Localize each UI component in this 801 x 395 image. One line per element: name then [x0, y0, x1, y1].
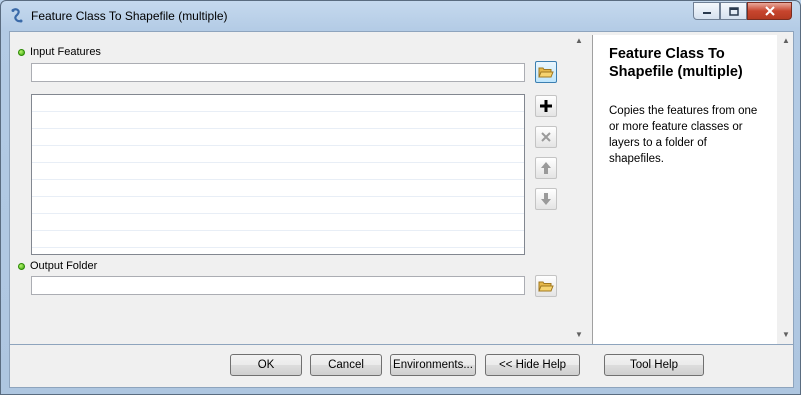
python-script-icon — [11, 8, 23, 23]
dialog-window: Feature Class To Shapefile (multiple) In… — [0, 0, 801, 395]
required-indicator-icon — [18, 48, 25, 56]
tool-help-button[interactable]: Tool Help — [604, 354, 704, 376]
output-folder-label-row: Output Folder — [18, 260, 97, 272]
arrow-up-icon — [541, 162, 551, 174]
environments-button[interactable]: Environments... — [390, 354, 476, 376]
list-item — [32, 95, 524, 112]
window-title: Feature Class To Shapefile (multiple) — [31, 9, 228, 23]
input-features-label-row: Input Features — [18, 46, 101, 58]
list-item — [32, 180, 524, 197]
add-item-button[interactable] — [535, 95, 557, 117]
delete-x-icon — [541, 132, 551, 142]
output-folder-field[interactable] — [31, 276, 525, 295]
open-folder-icon — [538, 67, 554, 78]
plus-icon — [540, 100, 552, 112]
list-item — [32, 197, 524, 214]
window-controls — [693, 2, 792, 20]
help-panel: Feature Class To Shapefile (multiple) Co… — [592, 35, 777, 344]
hide-help-button[interactable]: << Hide Help — [485, 354, 580, 376]
dialog-body: Input Features Output Folder ▲ ▼ Feature… — [9, 31, 794, 345]
open-folder-icon — [538, 281, 554, 292]
list-item — [32, 112, 524, 129]
cancel-button[interactable]: Cancel — [310, 354, 382, 376]
maximize-icon — [728, 6, 739, 16]
list-item — [32, 163, 524, 180]
input-features-label: Input Features — [30, 46, 101, 58]
ok-button[interactable]: OK — [230, 354, 302, 376]
input-features-field[interactable] — [31, 63, 525, 82]
browse-output-button[interactable] — [535, 275, 557, 297]
title-bar[interactable]: Feature Class To Shapefile (multiple) — [1, 1, 800, 31]
scroll-down-icon[interactable]: ▼ — [782, 330, 790, 339]
scroll-up-icon[interactable]: ▲ — [782, 36, 790, 45]
list-item — [32, 146, 524, 163]
help-scrollbar[interactable]: ▲ ▼ — [778, 32, 793, 344]
help-title: Feature Class To Shapefile (multiple) — [609, 46, 743, 80]
parameters-pane: Input Features Output Folder — [10, 32, 586, 344]
minimize-icon — [702, 12, 711, 14]
arrow-down-icon — [541, 193, 551, 205]
list-item — [32, 214, 524, 231]
help-description: Copies the features from one or more fea… — [609, 105, 758, 165]
close-icon — [764, 6, 775, 16]
maximize-button[interactable] — [720, 2, 747, 20]
list-item — [32, 231, 524, 248]
required-indicator-icon — [18, 262, 25, 270]
scroll-up-icon[interactable]: ▲ — [575, 36, 583, 45]
output-folder-label: Output Folder — [30, 260, 98, 272]
input-features-list[interactable] — [31, 94, 525, 255]
browse-input-button[interactable] — [535, 61, 557, 83]
close-window-button[interactable] — [747, 2, 792, 20]
list-item — [32, 129, 524, 146]
button-bar: OK Cancel Environments... << Hide Help T… — [9, 345, 794, 388]
parameters-scrollbar[interactable]: ▲ ▼ — [572, 32, 586, 344]
scroll-down-icon[interactable]: ▼ — [575, 330, 583, 339]
minimize-button[interactable] — [693, 2, 720, 20]
move-up-button[interactable] — [535, 157, 557, 179]
move-down-button[interactable] — [535, 188, 557, 210]
remove-item-button[interactable] — [535, 126, 557, 148]
